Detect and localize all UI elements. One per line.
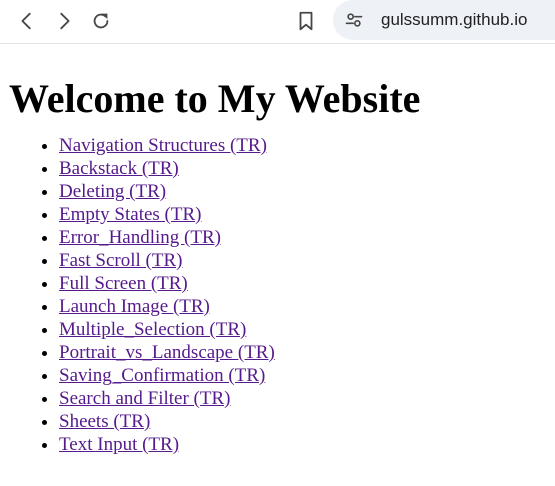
list-item: Launch Image (TR) xyxy=(59,295,555,318)
link-list: Navigation Structures (TR) Backstack (TR… xyxy=(0,134,555,456)
list-item: Search and Filter (TR) xyxy=(59,387,555,410)
link-backstack[interactable]: Backstack (TR) xyxy=(59,158,179,179)
list-item: Empty States (TR) xyxy=(59,203,555,226)
forward-button[interactable] xyxy=(49,6,79,36)
bookmark-button[interactable] xyxy=(291,6,321,36)
list-item: Deleting (TR) xyxy=(59,180,555,203)
bookmark-icon xyxy=(299,11,313,31)
arrow-right-icon xyxy=(60,12,70,30)
link-fast-scroll[interactable]: Fast Scroll (TR) xyxy=(59,250,183,271)
list-item: Saving_Confirmation (TR) xyxy=(59,364,555,387)
url-text[interactable]: gulssumm.github.io xyxy=(381,10,527,30)
link-navigation-structures[interactable]: Navigation Structures (TR) xyxy=(59,135,267,156)
list-item: Sheets (TR) xyxy=(59,410,555,433)
list-item: Full Screen (TR) xyxy=(59,272,555,295)
link-launch-image[interactable]: Launch Image (TR) xyxy=(59,296,210,317)
link-multiple-selection[interactable]: Multiple_Selection (TR) xyxy=(59,319,246,340)
list-item: Error_Handling (TR) xyxy=(59,226,555,249)
list-item: Multiple_Selection (TR) xyxy=(59,318,555,341)
list-item: Navigation Structures (TR) xyxy=(59,134,555,157)
browser-toolbar: gulssumm.github.io xyxy=(0,0,555,44)
link-text-input[interactable]: Text Input (TR) xyxy=(59,434,179,455)
link-full-screen[interactable]: Full Screen (TR) xyxy=(59,273,188,294)
link-deleting[interactable]: Deleting (TR) xyxy=(59,181,166,202)
tune-icon xyxy=(345,13,363,27)
address-bar[interactable]: gulssumm.github.io xyxy=(333,0,555,40)
link-portrait-vs-landscape[interactable]: Portrait_vs_Landscape (TR) xyxy=(59,342,275,363)
list-item: Text Input (TR) xyxy=(59,433,555,456)
link-sheets[interactable]: Sheets (TR) xyxy=(59,411,150,432)
list-item: Fast Scroll (TR) xyxy=(59,249,555,272)
link-search-and-filter[interactable]: Search and Filter (TR) xyxy=(59,388,230,409)
reload-button[interactable] xyxy=(86,6,116,36)
reload-icon xyxy=(93,13,109,29)
site-info-button[interactable] xyxy=(341,7,367,33)
link-saving-confirmation[interactable]: Saving_Confirmation (TR) xyxy=(59,365,265,386)
arrow-left-icon xyxy=(21,12,31,30)
page-title: Welcome to My Website xyxy=(9,76,421,121)
list-item: Backstack (TR) xyxy=(59,157,555,180)
link-error-handling[interactable]: Error_Handling (TR) xyxy=(59,227,221,248)
list-item: Portrait_vs_Landscape (TR) xyxy=(59,341,555,364)
back-button[interactable] xyxy=(12,6,42,36)
link-empty-states[interactable]: Empty States (TR) xyxy=(59,204,201,225)
page-content: Welcome to My Website Navigation Structu… xyxy=(0,76,555,456)
